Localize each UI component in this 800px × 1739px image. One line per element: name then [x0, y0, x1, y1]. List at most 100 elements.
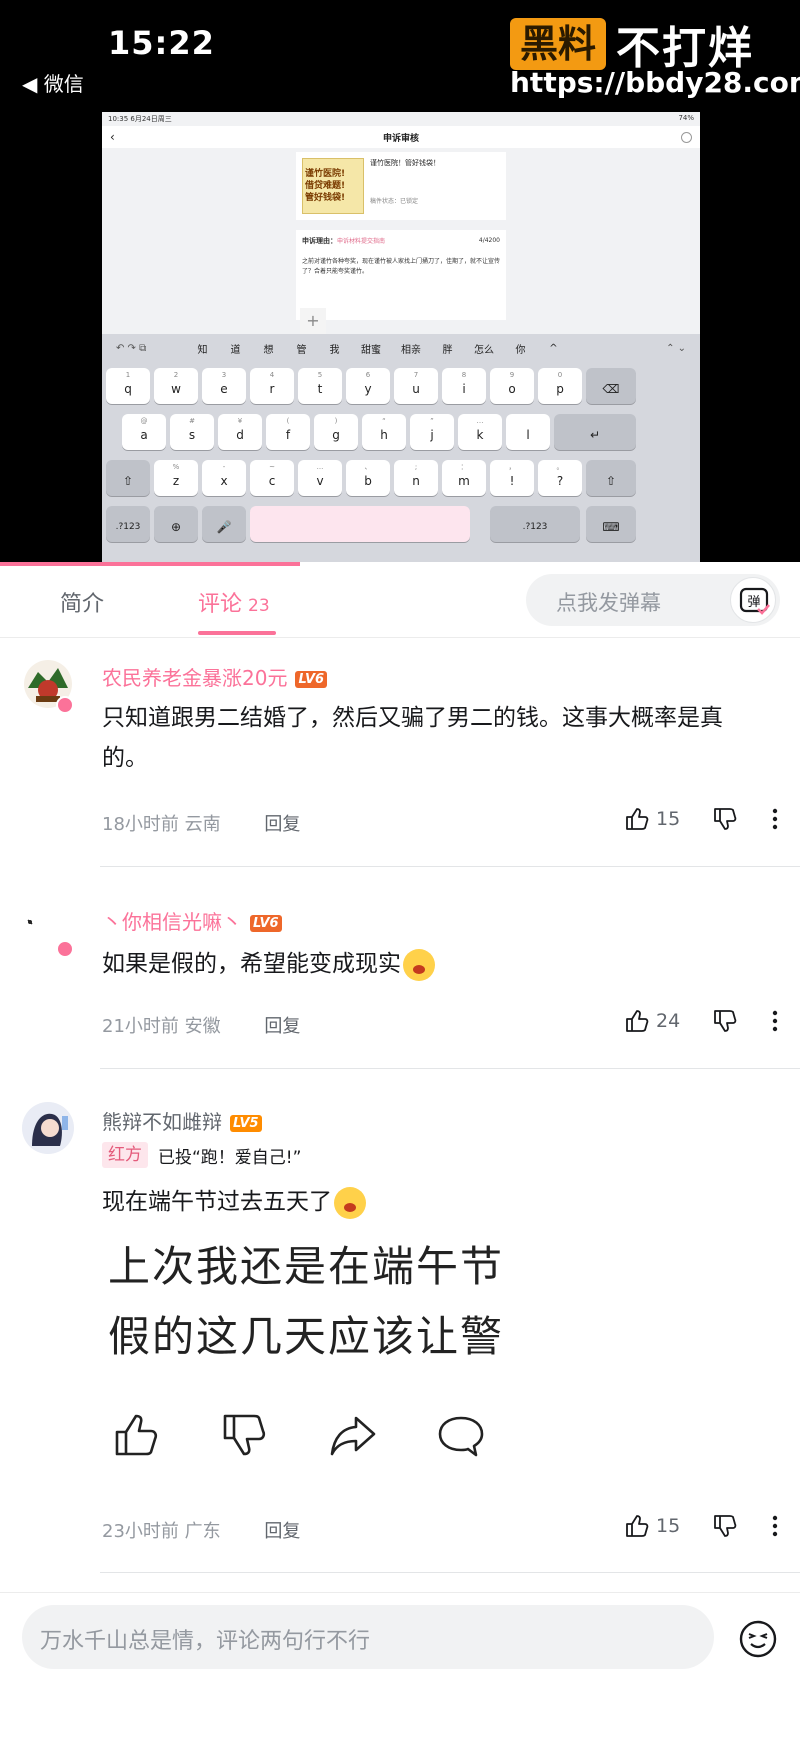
comment-meta: 18小时前 云南 回复 [102, 810, 300, 836]
comments-count: 23 [248, 596, 270, 616]
chevron-left-icon: ‹ [110, 130, 115, 144]
candidate: 怎么 [474, 344, 494, 356]
reply-button[interactable]: 回复 [264, 814, 300, 835]
thumb-line: 借贷难题! [305, 181, 346, 191]
comment-username[interactable]: 熊辩不如雌辩 LV5 [102, 1106, 262, 1135]
verified-badge-icon [56, 940, 74, 958]
comment-username[interactable]: 农民养老金暴涨20元 LV6 [102, 662, 328, 691]
keyboard-hide-icon: ⌨ [586, 506, 636, 542]
keyboard-row-4: .?123 ⊕ 🎤 .?123 ⌨ [102, 506, 700, 544]
comment-text: 如果是假的，希望能变成现实 [102, 944, 762, 984]
key: 2w [154, 368, 198, 404]
key: ： m [442, 460, 486, 496]
divider [100, 1068, 800, 1069]
like-icon[interactable] [624, 806, 650, 832]
keyboard-tools: ↶ ↷ ⧉ [116, 342, 147, 354]
comment-time: 21小时前 [102, 1016, 179, 1037]
like-count: 15 [656, 808, 681, 830]
shocked-emoji-icon [334, 1186, 366, 1219]
comment-image-actions [112, 1410, 486, 1460]
dislike-icon[interactable] [712, 1513, 738, 1539]
key: (f [266, 414, 310, 450]
chevron-up-icon: ^ [549, 342, 558, 354]
reply-button[interactable]: 回复 [264, 1016, 300, 1037]
key: 9o [490, 368, 534, 404]
add-attachment-icon: + [300, 308, 326, 334]
tab-bar: 简介 评论 23 点我发弹幕 弹 [0, 562, 800, 638]
key: ; n [394, 460, 438, 496]
like-icon[interactable] [624, 1008, 650, 1034]
like-icon[interactable] [624, 1513, 650, 1539]
vote-side-badge: 红方 [102, 1142, 148, 1168]
tab-comments[interactable]: 评论 23 [198, 586, 270, 618]
like-icon [115, 1414, 158, 1456]
key: 4r [250, 368, 294, 404]
candidate: 相亲 [401, 344, 421, 356]
appeal-label: 申诉理由： [302, 237, 337, 245]
help-icon [681, 131, 692, 143]
key: 6y [346, 368, 390, 404]
dislike-icon [223, 1414, 266, 1456]
video-player[interactable]: 15:22 ◀ 微信 黑料 不打烊 https://bbdy28.com 10:… [0, 0, 800, 562]
candidate-arrows-icon: ⌃ ⌄ [666, 342, 686, 354]
more-icon[interactable] [772, 808, 778, 830]
dislike-icon[interactable] [712, 1008, 738, 1034]
comment-location: 云南 [184, 814, 221, 835]
comment-time: 18小时前 [102, 814, 179, 835]
comment-actions: 15 [624, 1513, 778, 1539]
tablet-nav-bar: ‹ 申诉审核 [102, 126, 700, 148]
username-text: 农民养老金暴涨20元 [102, 666, 288, 690]
watermark-url: https://bbdy28.com [510, 66, 800, 99]
danmaku-toggle-icon[interactable]: 弹 [730, 577, 776, 623]
reply-button[interactable]: 回复 [264, 1521, 300, 1542]
watermark-box: 黑料 [510, 18, 607, 70]
tablet-video-thumbnail: 谨竹医院! 借贷难题! 管好钱袋! [302, 158, 364, 214]
video-progress-bar[interactable] [0, 562, 300, 566]
number-key: .?123 [490, 506, 580, 542]
keyboard-row-1: 1q 2w 3e 4r 5t 6y 7u 8i 9o 0p ⌫ [102, 368, 700, 406]
status-time: 15:22 [108, 24, 215, 62]
like-count: 24 [656, 1010, 681, 1032]
comment-image[interactable]: 上次我还是在端午节 假的这几天应该让警 [108, 1232, 540, 1382]
level-badge: LV6 [250, 915, 282, 932]
key: ，! [490, 460, 534, 496]
candidate: 想 [263, 344, 274, 356]
tab-comments-label: 评论 [198, 592, 243, 617]
tablet-keyboard: ↶ ↷ ⧉ 知 道 想 管 我 甜蜜 相亲 胖 怎么 你 ^ ⌃ ⌄ 1q 2w… [102, 334, 700, 562]
more-icon[interactable] [772, 1010, 778, 1032]
candidate: 知 [197, 344, 208, 356]
candidate: 甜蜜 [361, 344, 381, 356]
emoji-icon[interactable] [738, 1619, 778, 1659]
back-to-wechat-button[interactable]: ◀ 微信 [22, 68, 84, 97]
comment-text: 只知道跟男二结婚了，然后又骗了男二的钱。这事大概率是真的。 [102, 705, 723, 771]
dislike-icon[interactable] [712, 806, 738, 832]
globe-icon: ⊕ [154, 506, 198, 542]
tablet-card-title: 谨竹医院！管好钱袋！ [370, 159, 440, 167]
comment-actions: 15 [624, 806, 778, 832]
comment-time: 23小时前 [102, 1521, 179, 1542]
avatar[interactable] [22, 1102, 74, 1154]
username-text: 丶你相信光嘛丶 [102, 910, 242, 934]
candidate: 道 [230, 344, 241, 356]
comment-input[interactable]: 万水千山总是情，评论两句行不行 [22, 1605, 714, 1669]
comment-username[interactable]: 丶你相信光嘛丶 LV6 [102, 906, 282, 935]
danmaku-placeholder: 点我发弹幕 [556, 591, 661, 615]
shift-key: ⇧ [586, 460, 636, 496]
tablet-nav-title: 申诉审核 [382, 133, 419, 144]
key: 。? [538, 460, 582, 496]
comment-actions: 24 [624, 1008, 778, 1034]
vote-text: 已投“跑！爱自己!” [158, 1147, 302, 1168]
comment-input-bar: 万水千山总是情，评论两句行不行 [0, 1592, 800, 1739]
comment-text-body: 如果是假的，希望能变成现实 [102, 951, 401, 977]
shift-key: ⇧ [106, 460, 150, 496]
comment-bubble-icon [438, 1416, 484, 1457]
username-text: 熊辩不如雌辩 [102, 1110, 222, 1134]
divider [100, 866, 800, 867]
tablet-screenshot: 10:35 6月24日周三 74% ‹ 申诉审核 谨竹医院! 借贷难题! 管好钱… [102, 112, 700, 562]
key: 5t [298, 368, 342, 404]
divider [100, 1572, 800, 1573]
appeal-count: 4/4200 [478, 237, 500, 244]
more-icon[interactable] [772, 1515, 778, 1537]
danmaku-input[interactable]: 点我发弹幕 弹 [526, 574, 780, 626]
tab-intro[interactable]: 简介 [60, 586, 104, 618]
